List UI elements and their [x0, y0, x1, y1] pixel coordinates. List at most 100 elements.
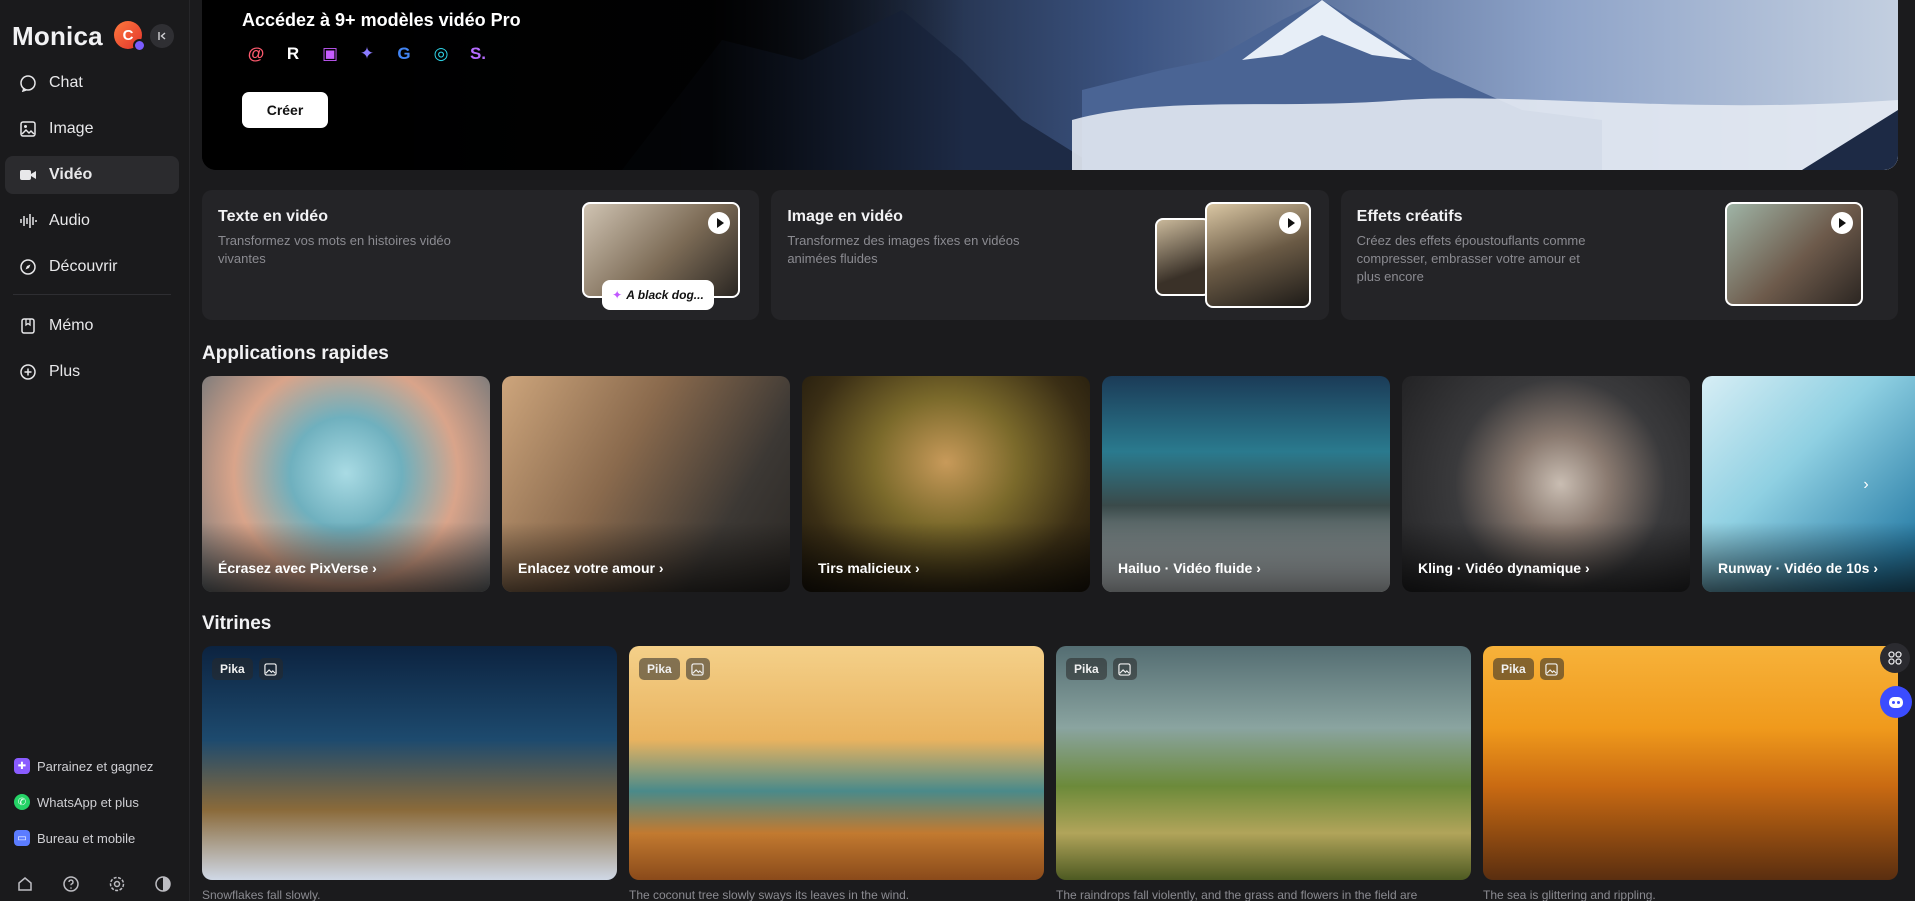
- nav-item-image[interactable]: Image: [5, 110, 179, 148]
- brand: Monica C: [12, 20, 182, 52]
- help-icon[interactable]: [62, 875, 80, 893]
- feature-cards: Texte en vidéo Transformez vos mots en h…: [202, 190, 1898, 320]
- image-icon: [1112, 658, 1137, 680]
- nav-label: Audio: [49, 212, 90, 229]
- showcase-card[interactable]: Pika The sea is glittering and rippling.: [1483, 646, 1898, 901]
- model-logo-4: ✦: [359, 44, 375, 63]
- feature-thumbnail: [1724, 202, 1863, 306]
- promo-links: ✚ Parrainez et gagnez ✆ WhatsApp et plus…: [14, 748, 184, 856]
- promo-label: Bureau et mobile: [37, 830, 136, 846]
- feature-creative-effects[interactable]: Effets créatifs Créez des effets épousto…: [1340, 190, 1898, 320]
- model-logo-6: ◎: [433, 44, 449, 63]
- model-tag: Pika: [1066, 658, 1107, 680]
- carousel-next-button[interactable]: ›: [1853, 472, 1879, 498]
- showcase-image: Pika: [1483, 646, 1898, 880]
- card-shade: [202, 522, 490, 592]
- feature-text-to-video[interactable]: Texte en vidéo Transformez vos mots en h…: [202, 190, 760, 320]
- showcase-card[interactable]: Pika The coconut tree slowly sways its l…: [629, 646, 1044, 901]
- feature-title: Image en vidéo: [787, 208, 903, 225]
- card-shade: [1402, 522, 1690, 592]
- nav-item-video[interactable]: Vidéo: [5, 156, 179, 194]
- model-logo-3: ▣: [321, 44, 339, 63]
- card-shade: [802, 522, 1090, 592]
- app-label: Enlacez votre amour ›: [518, 560, 664, 576]
- card-shade: [502, 522, 790, 592]
- app-card-hug[interactable]: Enlacez votre amour ›: [502, 376, 790, 592]
- image-icon: [20, 121, 36, 137]
- model-tag: Pika: [212, 658, 253, 680]
- collapse-icon: [158, 32, 166, 40]
- app-label: Kling · Vidéo dynamique ›: [1418, 560, 1590, 576]
- nav-label: Vidéo: [49, 166, 93, 183]
- showcase-caption: Snowflakes fall slowly.: [202, 888, 321, 901]
- avatar-badge-icon: [133, 39, 146, 52]
- nav-label: Mémo: [49, 317, 94, 334]
- nav-label: Découvrir: [49, 258, 118, 275]
- showcase-caption: The raindrops fall violently, and the gr…: [1056, 888, 1418, 901]
- play-icon[interactable]: [1830, 212, 1853, 234]
- app-card-runway[interactable]: Runway · Vidéo de 10s ›: [1702, 376, 1915, 592]
- feature-title: Effets créatifs: [1356, 208, 1463, 225]
- nav-item-memo[interactable]: Mémo: [5, 307, 179, 345]
- create-button[interactable]: Créer: [242, 92, 328, 128]
- video-icon: [20, 170, 36, 180]
- app-label: Tirs malicieux ›: [818, 560, 920, 576]
- whatsapp-icon: ✆: [14, 794, 30, 810]
- theme-icon[interactable]: [154, 875, 172, 893]
- showcase-card[interactable]: Pika Snowflakes fall slowly.: [202, 646, 617, 901]
- brand-name: Monica: [12, 20, 103, 51]
- card-shade: [1702, 522, 1915, 592]
- model-logos: @ R ▣ ✦ G ◎ S.: [244, 42, 490, 66]
- app-label: Écrasez avec PixVerse ›: [218, 560, 377, 576]
- nav-item-discover[interactable]: Découvrir: [5, 248, 179, 286]
- hero-banner: Accédez à 9+ modèles vidéo Pro @ R ▣ ✦ G…: [202, 0, 1898, 170]
- play-icon[interactable]: [708, 212, 730, 234]
- main-content: Accédez à 9+ modèles vidéo Pro @ R ▣ ✦ G…: [202, 0, 1915, 901]
- play-icon[interactable]: [1279, 212, 1302, 234]
- model-tag: Pika: [639, 658, 680, 680]
- showcase-caption: The sea is glittering and rippling.: [1483, 888, 1656, 901]
- sidebar-footer: [16, 875, 172, 893]
- quick-apps-carousel: Écrasez avec PixVerse › Enlacez votre am…: [202, 376, 1915, 592]
- devices-icon: ▭: [14, 830, 30, 846]
- audio-icon: [20, 214, 37, 228]
- showcase-image: Pika: [1056, 646, 1471, 880]
- prompt-text: A black dog...: [626, 288, 704, 302]
- avatar-initial: C: [122, 26, 134, 44]
- settings-icon[interactable]: [108, 875, 126, 893]
- nav-item-more[interactable]: Plus: [5, 353, 179, 391]
- app-card-mona-lisa[interactable]: Tirs malicieux ›: [802, 376, 1090, 592]
- avatar[interactable]: C: [114, 21, 146, 52]
- bookmark-icon: [21, 318, 35, 334]
- feature-description: Transformez vos mots en histoires vidéo …: [218, 233, 451, 266]
- compass-icon: [20, 259, 36, 275]
- showcase-title: Vitrines: [202, 613, 272, 634]
- image-icon: [685, 658, 710, 680]
- collapse-sidebar-button[interactable]: [150, 24, 174, 48]
- showcase-tags: Pika: [1493, 658, 1564, 680]
- sidebar: Monica C Chat Image Vidéo Audio Découvri…: [0, 0, 190, 901]
- nav-item-audio[interactable]: Audio: [5, 202, 179, 240]
- nav-item-chat[interactable]: Chat: [5, 64, 179, 102]
- hero-title: Accédez à 9+ modèles vidéo Pro: [242, 10, 521, 30]
- app-card-kling[interactable]: Kling · Vidéo dynamique ›: [1402, 376, 1690, 592]
- showcase-card[interactable]: Pika The raindrops fall violently, and t…: [1056, 646, 1471, 901]
- promo-referral[interactable]: ✚ Parrainez et gagnez: [14, 748, 184, 784]
- app-card-hailuo[interactable]: Hailuo · Vidéo fluide ›: [1102, 376, 1390, 592]
- feature-description: Créez des effets époustouflants comme co…: [1356, 233, 1586, 284]
- home-icon[interactable]: [16, 875, 34, 893]
- feature-image-to-video[interactable]: Image en vidéo Transformez des images fi…: [771, 190, 1329, 320]
- sparkle-icon: ✦: [612, 288, 623, 302]
- showcase-tags: Pika: [1066, 658, 1137, 680]
- promo-desktop-mobile[interactable]: ▭ Bureau et mobile: [14, 820, 184, 856]
- showcase-caption: The coconut tree slowly sways its leaves…: [629, 888, 910, 901]
- card-shade: [1102, 522, 1390, 592]
- promo-whatsapp[interactable]: ✆ WhatsApp et plus: [14, 784, 184, 820]
- showcase-image: Pika: [629, 646, 1044, 880]
- image-icon: [1539, 658, 1564, 680]
- assistant-bot-button[interactable]: [1880, 686, 1912, 718]
- floating-apps-button[interactable]: [1880, 643, 1910, 673]
- nav-label: Chat: [49, 74, 83, 91]
- app-card-pixverse[interactable]: Écrasez avec PixVerse ›: [202, 376, 490, 592]
- quick-apps-title: Applications rapides: [202, 343, 389, 364]
